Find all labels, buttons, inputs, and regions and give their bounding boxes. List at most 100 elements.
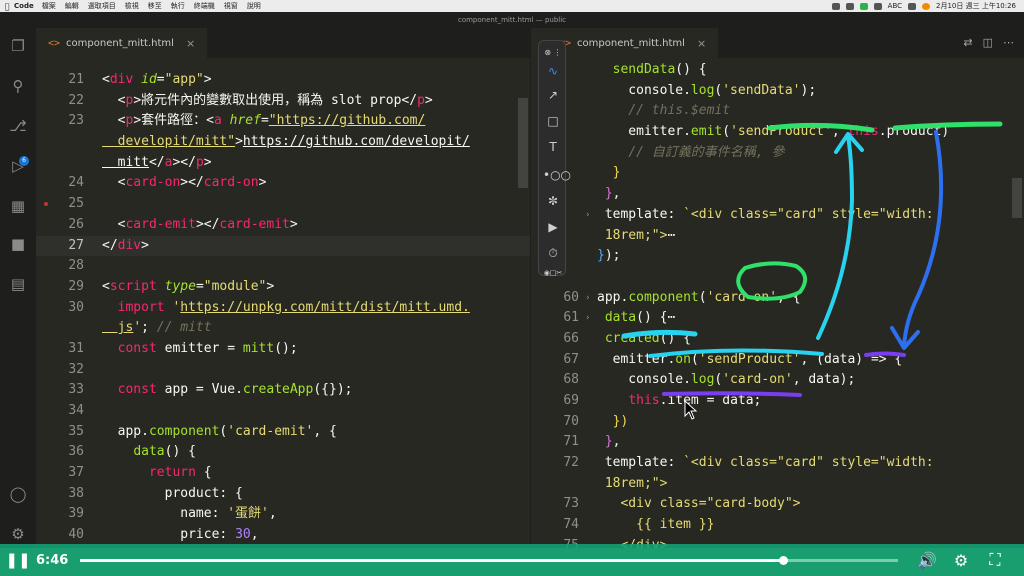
code-line[interactable]: [531, 267, 1024, 288]
color-picker-icon[interactable]: ✼: [543, 191, 563, 211]
freehand-pen-icon[interactable]: ∿: [543, 61, 563, 81]
progress-knob[interactable]: [779, 555, 789, 565]
menu-item[interactable]: 檔案: [42, 1, 56, 11]
code-line[interactable]: },: [531, 184, 1024, 205]
text-tool-icon[interactable]: T: [543, 137, 563, 157]
code-line[interactable]: 68 console.log('card-on', data);: [531, 370, 1024, 391]
menu-item[interactable]: 執行: [171, 1, 185, 11]
more-actions-icon[interactable]: ⋯: [1003, 36, 1014, 49]
code-line[interactable]: 38 product: {: [36, 484, 530, 505]
play-tool-icon[interactable]: ▶: [543, 217, 563, 237]
code-line[interactable]: // this.$emit: [531, 101, 1024, 122]
menu-item[interactable]: 編輯: [65, 1, 79, 11]
code-line[interactable]: 36 data() {: [36, 442, 530, 463]
settings-icon[interactable]: ⚙: [944, 551, 978, 570]
menu-item[interactable]: 終端機: [194, 1, 215, 11]
code-line[interactable]: 28: [36, 256, 530, 277]
code-line[interactable]: mitt</a></p>: [36, 153, 530, 174]
tab-component-mitt-left[interactable]: <> component_mitt.html ×: [36, 28, 208, 58]
rectangle-tool-icon[interactable]: □: [543, 111, 563, 131]
code-line[interactable]: 61 › data() {⋯: [531, 308, 1024, 329]
apple-icon[interactable]: : [0, 2, 14, 11]
line-app-icon[interactable]: [859, 2, 868, 10]
scrollbar-left[interactable]: [518, 98, 528, 188]
settings-gear-icon[interactable]: ⚙: [8, 524, 28, 544]
input-method-label[interactable]: ABC: [888, 2, 902, 10]
code-line[interactable]: 34: [36, 401, 530, 422]
code-line[interactable]: 22 <p>將元件內的變數取出使用，稱為 slot prop</p>: [36, 91, 530, 112]
code-area-right[interactable]: sendData() { console.log('sendData'); //…: [531, 60, 1024, 548]
menubar-clock[interactable]: 2月10日 週三 上午10:26: [936, 1, 1016, 11]
scrollbar-right[interactable]: [1012, 178, 1022, 218]
code-line[interactable]: 37 return {: [36, 463, 530, 484]
screen-record-icon[interactable]: [831, 2, 840, 10]
code-line[interactable]: 60 › app.component('card-on', {: [531, 288, 1024, 309]
fold-chevron-icon[interactable]: ›: [585, 308, 590, 329]
menu-item[interactable]: 選取項目: [88, 1, 116, 11]
pen-tool-icon[interactable]: [845, 2, 854, 10]
code-line[interactable]: 33 const app = Vue.createApp({});: [36, 380, 530, 401]
account-icon[interactable]: ◯: [8, 484, 28, 504]
code-line[interactable]: emitter.emit('sendProduct', this.product…: [531, 122, 1024, 143]
code-line[interactable]: console.log('sendData');: [531, 81, 1024, 102]
volume-icon[interactable]: 🔊: [910, 551, 944, 570]
line-width-icon[interactable]: •○○: [543, 165, 571, 185]
code-line[interactable]: 24 <card-on></card-on>: [36, 173, 530, 194]
code-line[interactable]: 40 price: 30,: [36, 525, 530, 546]
split-editor-icon[interactable]: ◫: [983, 36, 993, 49]
siri-icon[interactable]: [922, 2, 931, 10]
code-line[interactable]: 72 template: `<div class="card" style="w…: [531, 453, 1024, 474]
arrow-tool-icon[interactable]: ↗: [543, 85, 563, 105]
code-line[interactable]: 71 },: [531, 432, 1024, 453]
code-line[interactable]: 21 <div id="app">: [36, 70, 530, 91]
code-line[interactable]: 35 app.component('card-emit', {: [36, 422, 530, 443]
app-menu-code[interactable]: Code: [14, 2, 34, 10]
toolbar-bottom-icons[interactable]: ◉□✂: [543, 263, 563, 283]
code-line[interactable]: developit/mitt">https://github.com/devel…: [36, 132, 530, 153]
timer-icon[interactable]: ⏱: [543, 243, 563, 263]
menu-item[interactable]: 移至: [148, 1, 162, 11]
extensions-icon[interactable]: ▦: [8, 196, 28, 216]
code-line[interactable]: });: [531, 246, 1024, 267]
run-debug-icon[interactable]: ▷: [8, 156, 28, 176]
explorer-icon[interactable]: ❐: [8, 36, 28, 56]
pause-icon[interactable]: ❚❚: [0, 551, 36, 569]
menu-item[interactable]: 說明: [247, 1, 261, 11]
code-line[interactable]: 29 <script type="module">: [36, 277, 530, 298]
menu-item[interactable]: 檢視: [125, 1, 139, 11]
folder-icon[interactable]: ■: [8, 234, 28, 254]
code-line[interactable]: sendData() {: [531, 60, 1024, 81]
code-line[interactable]: › template: `<div class="card" style="wi…: [531, 205, 1024, 226]
code-line[interactable]: 30 import 'https://unpkg.com/mitt/dist/m…: [36, 298, 530, 319]
code-line[interactable]: 18rem;">⋯: [531, 226, 1024, 247]
close-tab-icon[interactable]: ×: [186, 37, 195, 50]
bluetooth-icon[interactable]: [873, 2, 882, 10]
menu-item[interactable]: 視窗: [224, 1, 238, 11]
progress-bar[interactable]: [80, 555, 898, 565]
code-line[interactable]: 25: [36, 194, 530, 215]
code-line[interactable]: 32: [36, 360, 530, 381]
code-line[interactable]: // 自訂義的事件名稱, 參: [531, 143, 1024, 164]
compare-changes-icon[interactable]: ⇄: [963, 36, 972, 49]
code-line[interactable]: 66 created() {: [531, 329, 1024, 350]
code-line[interactable]: 73 <div class="card-body">: [531, 494, 1024, 515]
fold-chevron-icon[interactable]: ›: [585, 288, 590, 309]
toolbar-close-icon[interactable]: ⊗ ⋮: [543, 43, 563, 63]
code-line[interactable]: 31 const emitter = mitt();: [36, 339, 530, 360]
source-control-icon[interactable]: ⎇: [8, 116, 28, 136]
code-line[interactable]: 69 this.item = data;: [531, 391, 1024, 412]
code-line[interactable]: 39 name: '蛋餅',: [36, 504, 530, 525]
code-line[interactable]: js'; // mitt: [36, 318, 530, 339]
code-line[interactable]: 67 emitter.on('sendProduct', (data) => {: [531, 350, 1024, 371]
code-line[interactable]: 70 }): [531, 412, 1024, 433]
close-tab-icon[interactable]: ×: [697, 37, 706, 50]
code-line[interactable]: 74 {{ item }}: [531, 515, 1024, 536]
code-line[interactable]: 18rem;">: [531, 474, 1024, 495]
fold-chevron-icon[interactable]: ›: [585, 205, 590, 226]
search-icon[interactable]: ⚲: [8, 76, 28, 96]
code-area-left[interactable]: 21 <div id="app"> 22 <p>將元件內的變數取出使用，稱為 slo…: [36, 70, 530, 548]
code-line[interactable]: 27 </div>: [36, 235, 530, 257]
wifi-icon[interactable]: [908, 2, 917, 10]
terminal-icon[interactable]: ▤: [8, 274, 28, 294]
code-line[interactable]: 23 <p>套件路徑：<a href="https://github.com/: [36, 111, 530, 132]
